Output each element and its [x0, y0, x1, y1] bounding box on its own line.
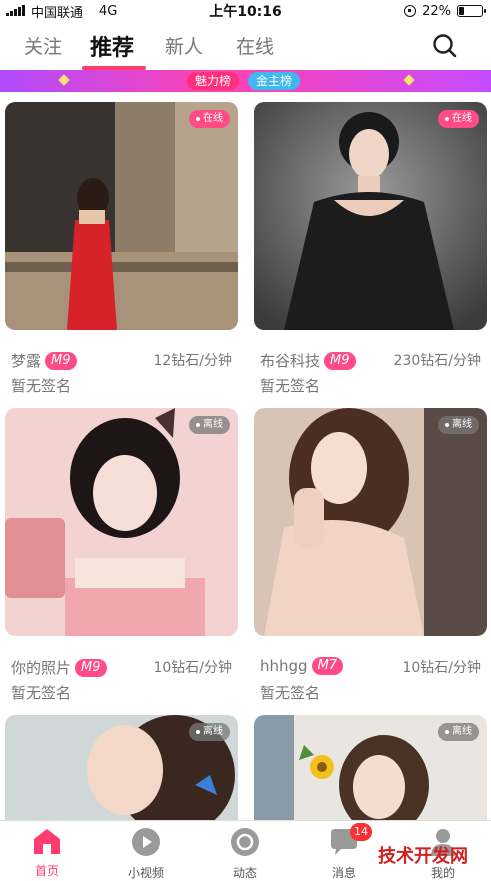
level-badge: M9: [45, 351, 77, 370]
top-tabs: 关注 推荐 新人 在线: [0, 22, 491, 68]
user-name: 你的照片: [11, 659, 72, 677]
user-card-info: hhhgg M7 10钻石/分钟 暂无签名: [254, 657, 487, 702]
tab-recommend[interactable]: 推荐: [90, 30, 134, 62]
user-name: hhhgg: [260, 657, 308, 675]
user-card-info: 你的照片 M9 10钻石/分钟 暂无签名: [5, 657, 238, 702]
signature-label: 暂无签名: [11, 377, 72, 395]
nav-label: 消息: [331, 866, 356, 880]
moments-icon: [231, 828, 259, 856]
status-badge: 在线: [438, 110, 479, 128]
signature-label: 暂无签名: [260, 377, 321, 395]
battery-percent: 22%: [422, 3, 451, 19]
level-badge: M9: [75, 658, 107, 677]
rotation-lock-icon: [404, 5, 417, 17]
user-card[interactable]: 离线: [5, 715, 238, 820]
play-icon: [132, 828, 160, 856]
user-photo: [5, 408, 238, 636]
status-bar: 中国联通 4G 上午10:16 22%: [0, 0, 491, 22]
user-name: 梦露: [11, 352, 42, 370]
price-label: 10钻石/分钟: [402, 660, 481, 676]
status-badge: 离线: [189, 723, 230, 741]
price-label: 10钻石/分钟: [153, 660, 232, 676]
signature-label: 暂无签名: [260, 684, 321, 702]
charm-ranking-button[interactable]: 魅力榜: [187, 72, 240, 90]
nav-short-video[interactable]: 小视频: [111, 827, 181, 881]
user-card[interactable]: 离线: [254, 408, 487, 636]
user-card[interactable]: 离线: [5, 408, 238, 636]
nav-label: 小视频: [127, 866, 164, 880]
tab-new[interactable]: 新人: [165, 32, 203, 59]
user-name: 布谷科技: [260, 352, 321, 370]
level-badge: M7: [311, 657, 344, 675]
level-badge: M9: [324, 351, 356, 370]
site-watermark: 技术开发网: [378, 846, 468, 867]
ranking-banner: 魅力榜 金主榜: [0, 70, 491, 92]
status-badge: 离线: [438, 723, 479, 741]
user-photo: [254, 102, 487, 330]
status-badge: 在线: [189, 110, 230, 128]
user-card[interactable]: 离线: [254, 715, 487, 820]
user-card-info: 布谷科技 M9 230钻石/分钟 暂无签名: [254, 350, 487, 395]
user-card-info: 梦露 M9 12钻石/分钟 暂无签名: [5, 350, 238, 395]
sparkle-icon: [403, 74, 415, 86]
user-photo: [254, 408, 487, 636]
message-count-badge: 14: [350, 823, 372, 841]
user-card[interactable]: 在线: [254, 102, 487, 330]
home-icon: [34, 829, 60, 854]
user-card[interactable]: 在线: [5, 102, 238, 330]
nav-label: 动态: [232, 866, 257, 880]
price-label: 12钻石/分钟: [153, 353, 232, 369]
tab-follow[interactable]: 关注: [24, 32, 62, 59]
status-badge: 离线: [438, 416, 479, 434]
sparkle-icon: [58, 74, 70, 86]
battery-icon: [457, 5, 486, 17]
user-photo: [5, 102, 238, 330]
nav-moments[interactable]: 动态: [210, 827, 280, 881]
tab-online[interactable]: 在线: [236, 32, 274, 59]
nav-home[interactable]: 首页: [12, 827, 82, 879]
signature-label: 暂无签名: [11, 684, 72, 702]
status-badge: 离线: [189, 416, 230, 434]
nav-label: 首页: [34, 864, 59, 878]
sponsor-ranking-button[interactable]: 金主榜: [248, 72, 301, 90]
search-icon[interactable]: [432, 33, 458, 59]
price-label: 230钻石/分钟: [393, 353, 481, 369]
